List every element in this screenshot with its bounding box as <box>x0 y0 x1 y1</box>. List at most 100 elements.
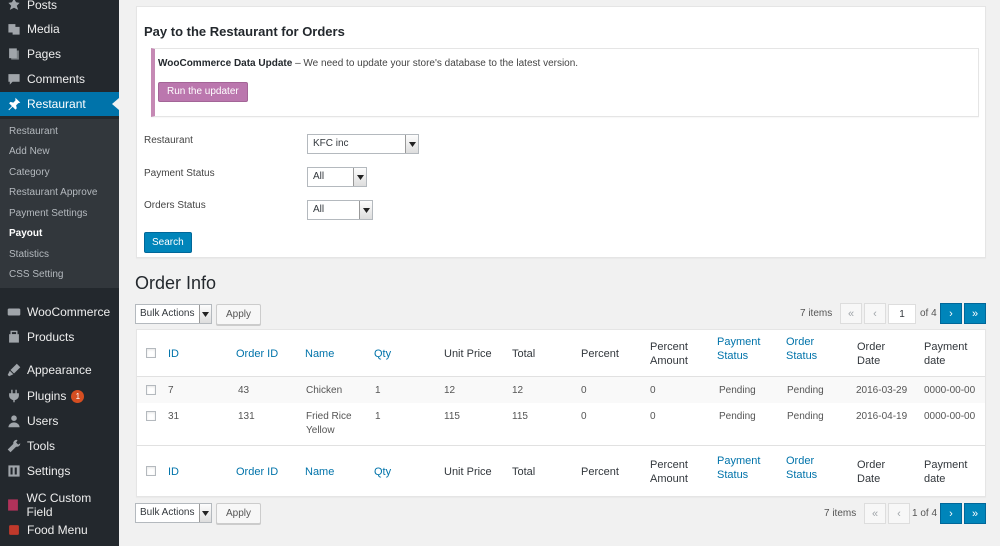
col-name[interactable]: Name <box>305 465 334 479</box>
restaurant-select[interactable]: KFC inc <box>307 134 419 154</box>
prev-page-button-bottom[interactable]: ‹ <box>888 503 910 524</box>
cell-unit-price: 115 <box>444 411 460 422</box>
col-id[interactable]: ID <box>168 465 179 479</box>
bulk-actions-value: Bulk Actions <box>140 308 195 319</box>
col-id[interactable]: ID <box>168 347 179 361</box>
users-icon <box>0 414 27 428</box>
last-page-button-bottom[interactable]: » <box>964 503 986 524</box>
menu-item-comments[interactable]: Comments <box>0 67 119 91</box>
orders-status-select-value: All <box>313 204 325 215</box>
submenu-css-setting[interactable]: CSS Setting <box>9 268 63 282</box>
total-pages-top: of 4 <box>920 308 937 319</box>
last-page-button-top[interactable]: » <box>964 303 986 324</box>
food-menu-icon <box>0 523 27 537</box>
cell-name: Fried Rice Yellow <box>306 411 352 436</box>
col-payment-date: Payment date <box>924 459 968 485</box>
col-payment-status[interactable]: Payment Status <box>717 454 767 482</box>
woocommerce-update-notice: WooCommerce Data Update – We need to upd… <box>151 48 979 117</box>
next-page-button-bottom[interactable]: › <box>940 503 962 524</box>
cell-total: 12 <box>512 385 524 396</box>
menu-item-products[interactable]: Products <box>0 325 119 349</box>
menu-item-restaurant[interactable]: Restaurant <box>0 92 119 116</box>
restaurant-label: Restaurant <box>144 135 193 146</box>
submenu-payout[interactable]: Payout <box>9 227 42 241</box>
pages-icon <box>0 47 27 61</box>
orders-status-select[interactable]: All <box>307 200 373 220</box>
menu-item-wc-custom-field[interactable]: WC Custom Field <box>0 491 119 519</box>
menu-label: Food Menu <box>27 523 88 537</box>
search-button[interactable]: Search <box>144 232 192 253</box>
col-order-id[interactable]: Order ID <box>236 347 278 361</box>
pin-icon <box>0 97 27 111</box>
col-order-id[interactable]: Order ID <box>236 465 278 479</box>
bulk-actions-select-bottom[interactable]: Bulk Actions <box>135 503 212 523</box>
chevron-down-icon <box>359 201 372 219</box>
menu-item-media[interactable]: Media <box>0 17 119 41</box>
appearance-icon <box>0 363 27 377</box>
cell-percent: 0 <box>581 411 587 422</box>
items-count-top: 7 items <box>800 308 833 319</box>
submenu-restaurant[interactable]: Restaurant <box>9 125 58 139</box>
menu-label: Tools <box>27 439 56 453</box>
orders-status-label: Orders Status <box>144 200 206 211</box>
next-page-button-top[interactable]: › <box>940 303 962 324</box>
submenu-payment-settings[interactable]: Payment Settings <box>9 207 87 221</box>
submenu-restaurant-approve[interactable]: Restaurant Approve <box>9 186 97 200</box>
select-all-checkbox[interactable] <box>146 348 156 358</box>
cell-total: 115 <box>512 411 528 422</box>
select-all-checkbox-footer[interactable] <box>146 466 156 476</box>
menu-item-plugins[interactable]: Plugins 1 <box>0 384 119 408</box>
products-icon <box>0 330 27 344</box>
row-checkbox[interactable] <box>146 411 156 421</box>
menu-label: WooCommerce <box>27 305 111 319</box>
first-page-button-bottom[interactable]: « <box>864 503 886 524</box>
col-qty[interactable]: Qty <box>374 347 391 361</box>
menu-item-users[interactable]: Users <box>0 409 119 433</box>
cell-payment-date: 0000-00-00 <box>924 411 976 422</box>
order-info-heading: Order Info <box>135 273 217 293</box>
bulk-actions-value: Bulk Actions <box>140 507 195 518</box>
col-unit-price: Unit Price <box>444 348 492 360</box>
menu-label: Media <box>27 22 60 36</box>
restaurant-select-value: KFC inc <box>313 138 349 149</box>
cell-id: 31 <box>168 411 180 422</box>
col-order-status[interactable]: Order Status <box>786 335 826 363</box>
menu-item-tools[interactable]: Tools <box>0 434 119 458</box>
prev-page-button-top[interactable]: ‹ <box>864 303 886 324</box>
first-page-button-top[interactable]: « <box>840 303 862 324</box>
col-order-status[interactable]: Order Status <box>786 454 826 482</box>
submenu-statistics[interactable]: Statistics <box>9 248 49 262</box>
menu-item-food-menu[interactable]: Food Menu <box>0 518 119 542</box>
col-name[interactable]: Name <box>305 347 334 361</box>
menu-item-settings[interactable]: Settings <box>0 459 119 483</box>
row-checkbox[interactable] <box>146 385 156 395</box>
cell-payment-status: Pending <box>719 411 756 422</box>
apply-button-bottom[interactable]: Apply <box>216 503 262 524</box>
col-payment-status[interactable]: Payment Status <box>717 335 767 363</box>
apply-button-top[interactable]: Apply <box>216 304 262 325</box>
payment-status-select[interactable]: All <box>307 167 367 187</box>
submenu-category[interactable]: Category <box>9 166 50 180</box>
menu-label: Plugins <box>27 389 67 403</box>
menu-item-appearance[interactable]: Appearance <box>0 358 119 382</box>
current-page-input[interactable] <box>888 304 916 324</box>
notice-message: WooCommerce Data Update – We need to upd… <box>158 58 578 69</box>
menu-label: Pages <box>27 47 62 61</box>
custom-field-icon <box>0 498 27 512</box>
menu-item-woocommerce[interactable]: WooCommerce <box>0 300 119 324</box>
submenu-add-new[interactable]: Add New <box>9 145 50 159</box>
table-row: 7 43 Chicken 1 12 12 0 0 Pending Pending… <box>137 377 985 403</box>
chevron-down-icon <box>199 504 211 522</box>
bulk-actions-select-top[interactable]: Bulk Actions <box>135 304 212 324</box>
page-title: Pay to the Restaurant for Orders <box>144 24 345 39</box>
menu-label: Appearance <box>27 363 92 377</box>
cell-order-status: Pending <box>787 411 824 422</box>
cell-percent-amount: 0 <box>650 385 656 396</box>
col-total: Total <box>512 466 536 478</box>
menu-item-pages[interactable]: Pages <box>0 42 119 66</box>
col-qty[interactable]: Qty <box>374 465 391 479</box>
menu-item-posts[interactable]: Posts <box>0 0 119 17</box>
run-updater-button[interactable]: Run the updater <box>158 82 248 102</box>
col-payment-date: Payment date <box>924 341 968 367</box>
col-order-date: Order Date <box>857 459 886 485</box>
